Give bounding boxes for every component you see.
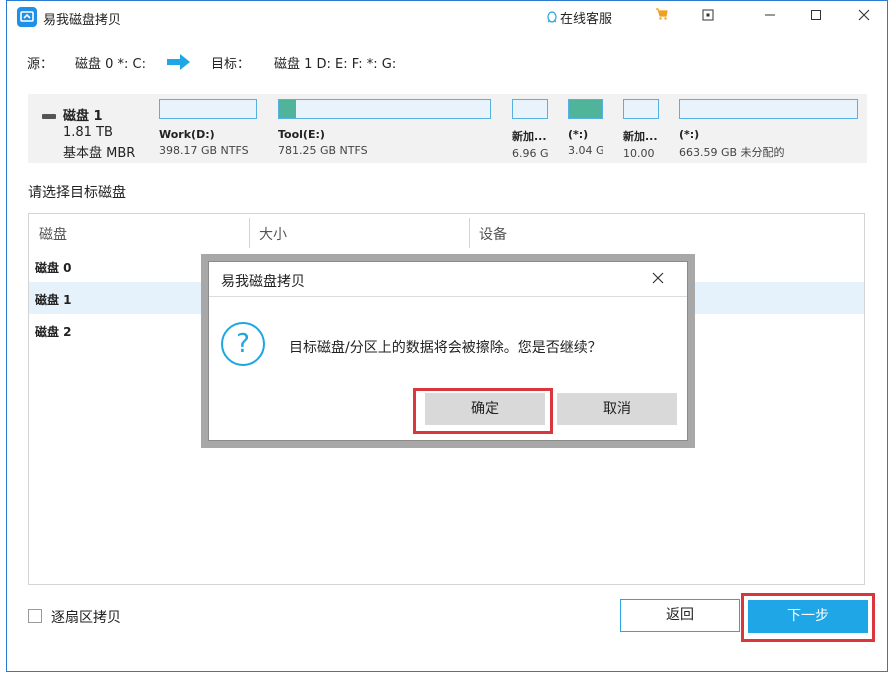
table-header: 磁盘 大小 设备: [29, 214, 864, 250]
partition-block[interactable]: 新加... 6.96 G...: [512, 99, 548, 160]
partition-usage-bar: [679, 99, 858, 119]
partition-label: Tool(E:): [278, 128, 325, 141]
pin-window-icon[interactable]: [693, 5, 723, 29]
partition-block[interactable]: 新加... 10.00 ...: [623, 99, 659, 160]
source-value: 磁盘 0 *: C:: [75, 57, 147, 72]
partition-usage-fill: [279, 100, 296, 118]
confirm-button[interactable]: 确定: [425, 393, 545, 425]
disk-icon: [42, 114, 56, 119]
sector-copy-checkbox[interactable]: [28, 609, 42, 623]
partition-size: 398.17 GB NTFS: [159, 144, 249, 157]
partition-usage-fill: [569, 100, 602, 118]
maximize-button[interactable]: [801, 5, 831, 29]
online-service-label: 在线客服: [560, 12, 613, 27]
partition-usage-bar: [568, 99, 603, 119]
app-logo-icon: [17, 7, 37, 27]
disk-cell: 磁盘 0: [35, 261, 72, 275]
partition-size: 6.96 G...: [512, 147, 548, 160]
question-icon: ?: [221, 322, 265, 366]
target-disk-map: 磁盘 1 1.81 TB 基本盘 MBR Work(D:) 398.17 GB …: [28, 94, 867, 163]
confirm-dialog: 易我磁盘拷贝 ? 目标磁盘/分区上的数据将会被擦除。您是否继续？ 确定 取消: [208, 261, 688, 441]
disk-type: 基本盘 MBR: [63, 146, 136, 161]
window-title: 易我磁盘拷贝: [43, 13, 122, 28]
disk-cell: 磁盘 1: [35, 293, 72, 307]
arrow-right-icon: [167, 54, 190, 70]
partition-label: (*:): [679, 128, 700, 141]
dialog-divider: [209, 296, 687, 297]
disk-name: 磁盘 1: [63, 109, 103, 124]
partition-label: 新加...: [623, 130, 658, 143]
dialog-close-button[interactable]: [645, 267, 671, 291]
partition-usage-bar: [512, 99, 548, 119]
column-header-size[interactable]: 大小: [259, 224, 287, 244]
column-header-device[interactable]: 设备: [479, 224, 507, 244]
disk-cell: 磁盘 2: [35, 325, 72, 339]
cart-icon[interactable]: [647, 5, 677, 29]
partition-size: 10.00 ...: [623, 147, 659, 160]
partition-size: 781.25 GB NTFS: [278, 144, 368, 157]
partition-usage-bar: [159, 99, 257, 119]
source-label: 源：: [27, 57, 54, 72]
partition-usage-bar: [623, 99, 659, 119]
column-divider[interactable]: [249, 218, 250, 248]
target-value: 磁盘 1 D: E: F: *: G:: [274, 57, 397, 72]
partition-label: Work(D:): [159, 128, 215, 141]
partition-block[interactable]: (*:) 663.59 GB 未分配的: [679, 99, 858, 160]
disk-size: 1.81 TB: [63, 125, 113, 140]
partition-block[interactable]: (*:) 3.04 G...: [568, 99, 603, 157]
partition-size: 3.04 G...: [568, 144, 603, 157]
back-button[interactable]: 返回: [620, 599, 740, 632]
partition-block[interactable]: Tool(E:) 781.25 GB NTFS: [278, 99, 491, 157]
close-window-button[interactable]: [849, 5, 879, 29]
title-bar: 易我磁盘拷贝 在线客服: [7, 1, 887, 33]
online-service-link[interactable]: 在线客服: [545, 8, 612, 27]
dialog-message: 目标磁盘/分区上的数据将会被擦除。您是否继续？: [289, 340, 602, 356]
next-button[interactable]: 下一步: [748, 600, 868, 633]
partition-block[interactable]: Work(D:) 398.17 GB NTFS: [159, 99, 257, 157]
partition-label: 新加...: [512, 130, 547, 143]
minimize-button[interactable]: [755, 5, 785, 29]
column-divider[interactable]: [469, 218, 470, 248]
partition-usage-bar: [278, 99, 491, 119]
select-target-heading: 请选择目标磁盘: [28, 185, 126, 201]
dialog-title: 易我磁盘拷贝: [221, 274, 305, 290]
cancel-button[interactable]: 取消: [557, 393, 677, 425]
partition-label: (*:): [568, 128, 589, 141]
sector-copy-label: 逐扇区拷贝: [51, 610, 121, 626]
partition-size: 663.59 GB 未分配的: [679, 146, 785, 159]
target-label: 目标：: [211, 57, 251, 72]
column-header-disk[interactable]: 磁盘: [39, 224, 67, 244]
qq-icon: [547, 11, 557, 23]
close-icon: [652, 272, 664, 284]
